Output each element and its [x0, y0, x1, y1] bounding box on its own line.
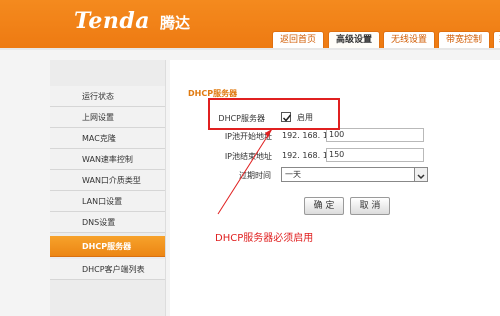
- lease-time-select[interactable]: 一天: [281, 167, 428, 182]
- tab-wireless[interactable]: 无线设置: [383, 31, 435, 48]
- tenda-logo: Tenda: [74, 8, 150, 34]
- tab-advanced[interactable]: 高级设置: [328, 31, 380, 48]
- annotation-text: DHCP服务器必须启用: [215, 233, 314, 244]
- header: Tenda 腾达 返回首页 高级设置 无线设置 带宽控制 系: [0, 0, 500, 48]
- sidebar-item-dns[interactable]: DNS设置: [50, 212, 165, 233]
- sidebar-item-mac-clone[interactable]: MAC克隆: [50, 128, 165, 149]
- ok-button[interactable]: 确 定: [304, 197, 344, 215]
- sidebar-item-dhcp-server[interactable]: DHCP服务器: [50, 236, 165, 257]
- chevron-down-icon: [414, 168, 427, 181]
- sidebar-item-dhcp-clients[interactable]: DHCP客户端列表: [50, 259, 165, 280]
- cancel-button[interactable]: 取 消: [350, 197, 390, 215]
- tab-bandwidth[interactable]: 带宽控制: [438, 31, 490, 48]
- tab-system[interactable]: 系: [493, 31, 500, 48]
- tenda-logo-cn: 腾达: [160, 14, 191, 32]
- lease-time-label: 过期时间: [239, 171, 271, 180]
- start-ip-label: IP池开始地址: [224, 132, 272, 141]
- tab-home[interactable]: 返回首页: [272, 31, 324, 48]
- end-ip-label: IP池结束地址: [224, 152, 272, 161]
- sidebar-item-lan[interactable]: LAN口设置: [50, 191, 165, 212]
- sidebar-item-internet[interactable]: 上网设置: [50, 107, 165, 128]
- sidebar-item-wan-medium[interactable]: WAN口介质类型: [50, 170, 165, 191]
- start-ip-input[interactable]: 100: [326, 128, 424, 142]
- lease-time-value: 一天: [285, 170, 301, 179]
- highlight-box: [208, 98, 340, 130]
- end-ip-input[interactable]: 150: [326, 148, 424, 162]
- sidebar-item-wan-speed[interactable]: WAN速率控制: [50, 149, 165, 170]
- header-divider: [0, 48, 500, 50]
- sidebar-item-status[interactable]: 运行状态: [50, 86, 165, 107]
